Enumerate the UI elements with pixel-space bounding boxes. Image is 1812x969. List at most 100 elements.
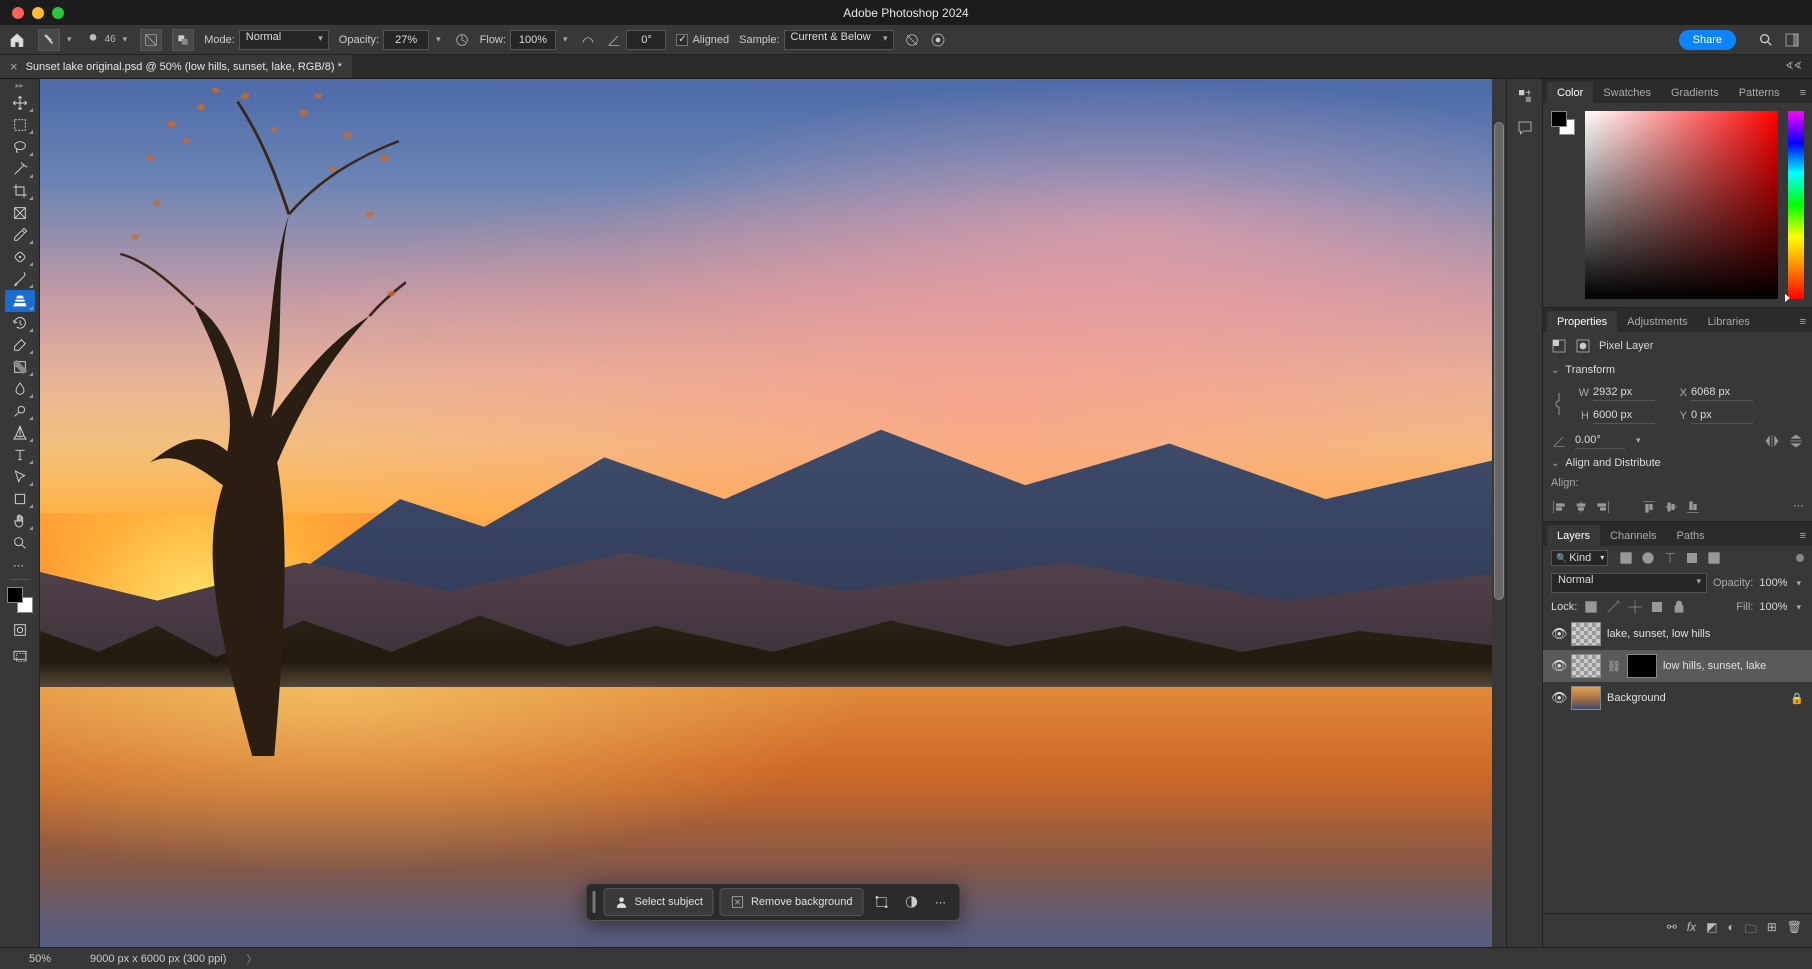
angle-input[interactable]: 0°	[626, 30, 666, 50]
height-input[interactable]	[1593, 407, 1655, 424]
width-input[interactable]	[1593, 384, 1655, 401]
remove-background-button[interactable]: Remove background	[720, 888, 864, 916]
visibility-toggle[interactable]: 👁	[1551, 658, 1565, 674]
lock-position-icon[interactable]	[1627, 599, 1643, 615]
sample-select[interactable]: Current & Below	[784, 30, 894, 50]
align-vcenter-icon[interactable]	[1663, 499, 1679, 515]
visibility-toggle[interactable]: 👁	[1551, 626, 1565, 642]
ctx-adjustment-icon[interactable]	[900, 890, 924, 914]
align-more-icon[interactable]: ⋯	[1793, 499, 1804, 515]
adjustment-add-icon[interactable]: ◐	[1727, 920, 1734, 941]
layer-link-icon[interactable]: ⛓	[1607, 660, 1621, 673]
tab-color[interactable]: Color	[1547, 82, 1593, 103]
eraser-tool[interactable]	[5, 334, 35, 356]
zoom-tool[interactable]	[5, 532, 35, 554]
magic-wand-tool[interactable]	[5, 158, 35, 180]
flow-input[interactable]: 100%	[510, 30, 556, 50]
lasso-tool[interactable]	[5, 136, 35, 158]
y-input[interactable]	[1691, 407, 1753, 424]
align-section-toggle[interactable]: Align and Distribute	[1543, 453, 1812, 473]
home-button[interactable]	[6, 29, 28, 51]
link-wh-icon[interactable]	[1551, 389, 1567, 419]
align-right-icon[interactable]	[1595, 499, 1611, 515]
search-icon[interactable]	[1758, 32, 1774, 48]
lock-all-icon[interactable]	[1671, 599, 1687, 615]
brush-tool[interactable]	[5, 268, 35, 290]
layer-opacity-value[interactable]: 100%	[1759, 577, 1787, 589]
document-canvas[interactable]: Select subject Remove background ⋯	[40, 79, 1506, 947]
healing-tool[interactable]	[5, 246, 35, 268]
ignore-adjustment-toggle[interactable]	[904, 32, 920, 48]
lock-artboard-icon[interactable]	[1649, 599, 1665, 615]
filter-type-icon[interactable]	[1662, 550, 1678, 566]
opacity-input[interactable]: 27%	[383, 30, 429, 50]
tab-properties[interactable]: Properties	[1547, 311, 1617, 332]
tab-channels[interactable]: Channels	[1600, 525, 1666, 546]
tab-swatches[interactable]: Swatches	[1593, 82, 1661, 103]
history-brush-tool[interactable]	[5, 312, 35, 334]
mask-add-icon[interactable]: ◩	[1706, 920, 1717, 941]
filter-adjust-icon[interactable]	[1640, 550, 1656, 566]
layer-name-label[interactable]: Background	[1607, 692, 1666, 704]
clone-source-toggle[interactable]	[172, 29, 194, 51]
tab-libraries[interactable]: Libraries	[1698, 311, 1760, 332]
hue-slider[interactable]	[1788, 111, 1804, 299]
layers-panel-menu-icon[interactable]: ≡	[1794, 526, 1812, 546]
angle-prop-chevron[interactable]: ▾	[1633, 435, 1644, 446]
document-tab[interactable]: × Sunset lake original.psd @ 50% (low hi…	[0, 55, 352, 78]
dock-comments-icon[interactable]	[1516, 119, 1534, 137]
ctx-drag-handle[interactable]	[593, 891, 596, 913]
group-add-icon[interactable]: 🗀	[1745, 920, 1757, 941]
align-top-icon[interactable]	[1641, 499, 1657, 515]
pressure-opacity-toggle[interactable]	[454, 32, 470, 48]
layer-row[interactable]: 👁Background🔒	[1543, 682, 1812, 714]
dodge-tool[interactable]	[5, 400, 35, 422]
properties-panel-menu-icon[interactable]: ≡	[1794, 312, 1812, 332]
layer-row[interactable]: 👁 lake, sunset, low hills	[1543, 618, 1812, 650]
blur-tool[interactable]	[5, 378, 35, 400]
filter-pixel-icon[interactable]	[1618, 550, 1634, 566]
crop-tool[interactable]	[5, 180, 35, 202]
brush-settings-toggle[interactable]	[140, 29, 162, 51]
flip-h-icon[interactable]	[1764, 433, 1780, 449]
window-close[interactable]	[12, 7, 24, 19]
layer-thumb[interactable]	[1571, 654, 1601, 678]
tab-gradients[interactable]: Gradients	[1661, 82, 1729, 103]
lock-transparency-icon[interactable]	[1583, 599, 1599, 615]
workspace-icon[interactable]	[1784, 32, 1800, 48]
fill-chevron[interactable]: ▾	[1793, 602, 1804, 613]
screen-mode-toggle[interactable]	[5, 645, 35, 667]
visibility-toggle[interactable]: 👁	[1551, 690, 1565, 706]
tab-patterns[interactable]: Patterns	[1729, 82, 1790, 103]
color-panel-menu-icon[interactable]: ≡	[1794, 83, 1812, 103]
status-flyout-icon[interactable]: 〉	[246, 951, 257, 967]
opacity-chevron[interactable]: ▾	[433, 34, 444, 45]
layer-opacity-chevron[interactable]: ▾	[1793, 578, 1804, 589]
transform-section-toggle[interactable]: Transform	[1543, 360, 1812, 380]
layer-add-icon[interactable]: ⊞	[1767, 920, 1777, 941]
link-layers-icon[interactable]: ⚯	[1667, 920, 1677, 941]
tab-paths[interactable]: Paths	[1667, 525, 1715, 546]
foreground-background-swatch[interactable]	[7, 587, 33, 613]
marquee-tool[interactable]	[5, 114, 35, 136]
collapse-panels-icon[interactable]: ∢∢	[1785, 61, 1802, 72]
window-zoom[interactable]	[52, 7, 64, 19]
color-spectrum[interactable]	[1585, 111, 1778, 299]
toolbar-handle[interactable]: ▸▸	[15, 81, 23, 90]
fx-icon[interactable]: fx	[1687, 920, 1696, 941]
window-minimize[interactable]	[32, 7, 44, 19]
pen-tool[interactable]	[5, 422, 35, 444]
hand-tool[interactable]	[5, 510, 35, 532]
zoom-level[interactable]: 50%	[10, 953, 70, 965]
shape-tool[interactable]	[5, 488, 35, 510]
layer-name-label[interactable]: lake, sunset, low hills	[1607, 628, 1710, 640]
tab-close-icon[interactable]: ×	[10, 59, 18, 74]
quick-mask-toggle[interactable]	[5, 619, 35, 641]
flow-chevron[interactable]: ▾	[560, 34, 571, 45]
edit-toolbar[interactable]: ⋯	[5, 554, 35, 576]
x-input[interactable]	[1691, 384, 1753, 401]
layer-thumb[interactable]	[1571, 686, 1601, 710]
tab-adjustments[interactable]: Adjustments	[1617, 311, 1698, 332]
pressure-size-toggle[interactable]	[930, 32, 946, 48]
aligned-checkbox[interactable]: ✓	[676, 34, 688, 46]
